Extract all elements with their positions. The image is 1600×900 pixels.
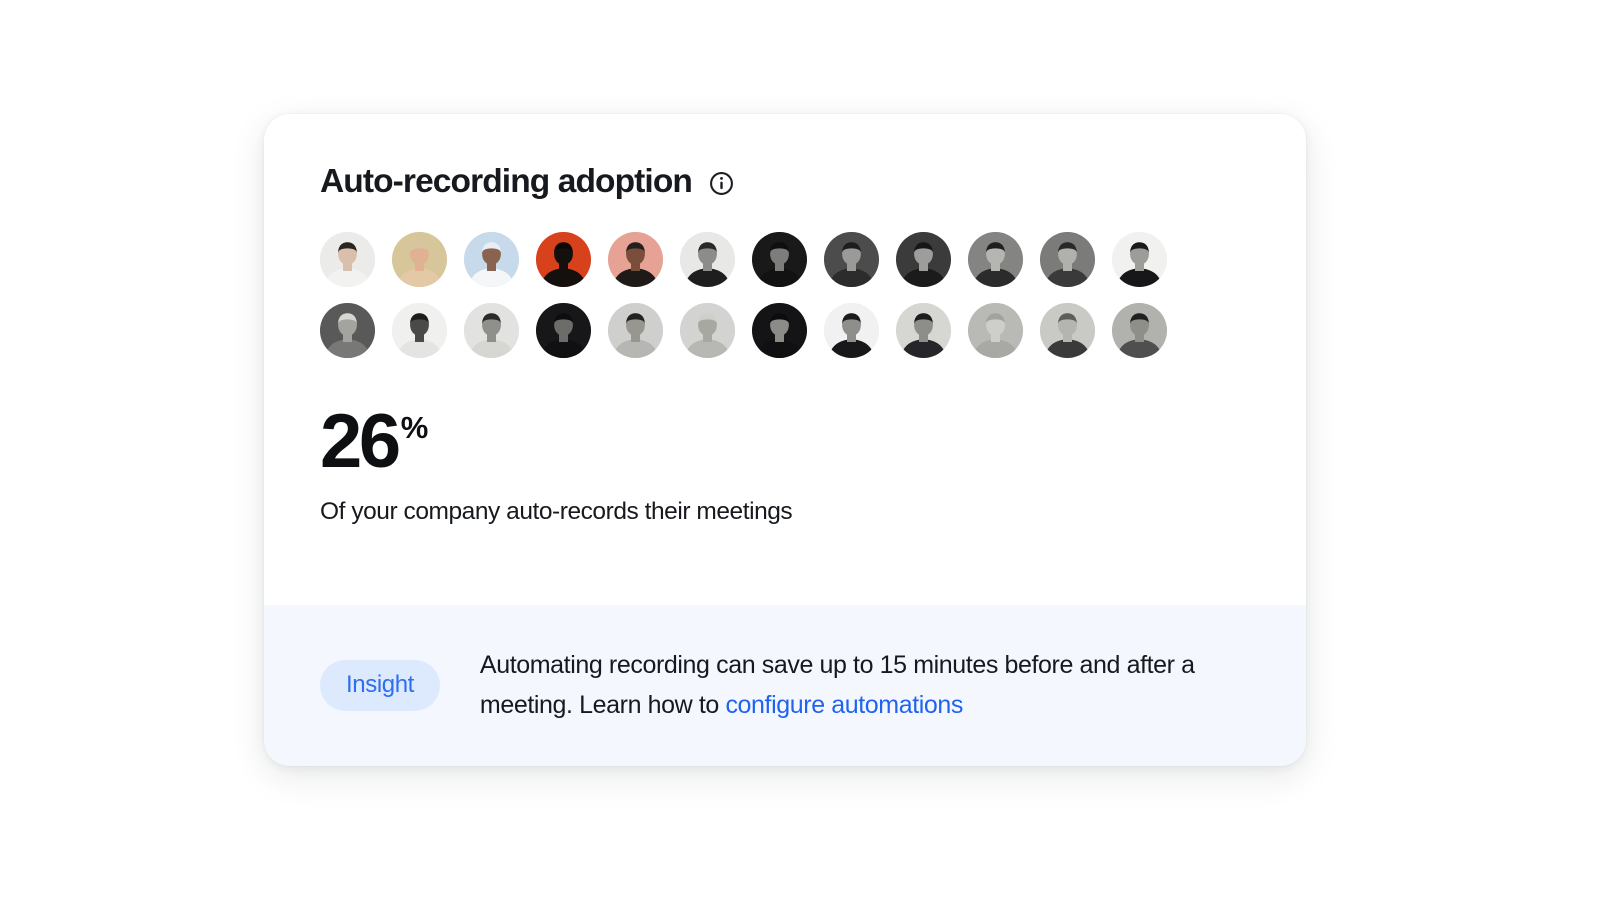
avatar[interactable] — [680, 303, 735, 358]
avatar[interactable] — [968, 232, 1023, 287]
configure-automations-link[interactable]: configure automations — [725, 691, 963, 719]
stat-value: 26 — [320, 399, 401, 484]
avatar[interactable] — [1112, 232, 1167, 287]
avatar[interactable] — [320, 303, 375, 358]
avatar[interactable] — [392, 303, 447, 358]
avatar[interactable] — [608, 232, 663, 287]
stat-block: 26 % Of your company auto-records their … — [320, 399, 1250, 526]
avatar[interactable] — [896, 232, 951, 287]
avatar[interactable] — [680, 232, 735, 287]
stat-value-row: 26 % — [320, 399, 1250, 484]
page-title: Auto-recording adoption — [320, 163, 693, 201]
avatar[interactable] — [1040, 232, 1095, 287]
card-header: Auto-recording adoption — [320, 160, 1250, 204]
avatar[interactable] — [464, 303, 519, 358]
avatar[interactable] — [824, 232, 879, 287]
avatar[interactable] — [968, 303, 1023, 358]
status-badge[interactable]: Insight — [320, 660, 440, 711]
avatar[interactable] — [752, 232, 807, 287]
avatar[interactable] — [824, 303, 879, 358]
avatar-grid — [320, 232, 1167, 358]
insight-strip: Insight Automating recording can save up… — [264, 605, 1306, 766]
avatar[interactable] — [1112, 303, 1167, 358]
avatar[interactable] — [752, 303, 807, 358]
card-body: Auto-recording adoption 26 % Of your com… — [264, 114, 1306, 605]
avatar[interactable] — [896, 303, 951, 358]
avatar[interactable] — [320, 232, 375, 287]
avatar[interactable] — [1040, 303, 1095, 358]
avatar[interactable] — [392, 232, 447, 287]
avatar[interactable] — [536, 232, 591, 287]
insight-text: Automating recording can save up to 15 m… — [480, 646, 1250, 725]
avatar[interactable] — [608, 303, 663, 358]
auto-recording-adoption-card: Auto-recording adoption 26 % Of your com… — [264, 114, 1306, 766]
stat-unit: % — [400, 410, 429, 445]
info-circle-icon[interactable] — [709, 171, 734, 196]
avatar[interactable] — [536, 303, 591, 358]
page-root: Auto-recording adoption 26 % Of your com… — [0, 0, 1600, 900]
avatar[interactable] — [464, 232, 519, 287]
stat-caption: Of your company auto-records their meeti… — [320, 497, 793, 525]
